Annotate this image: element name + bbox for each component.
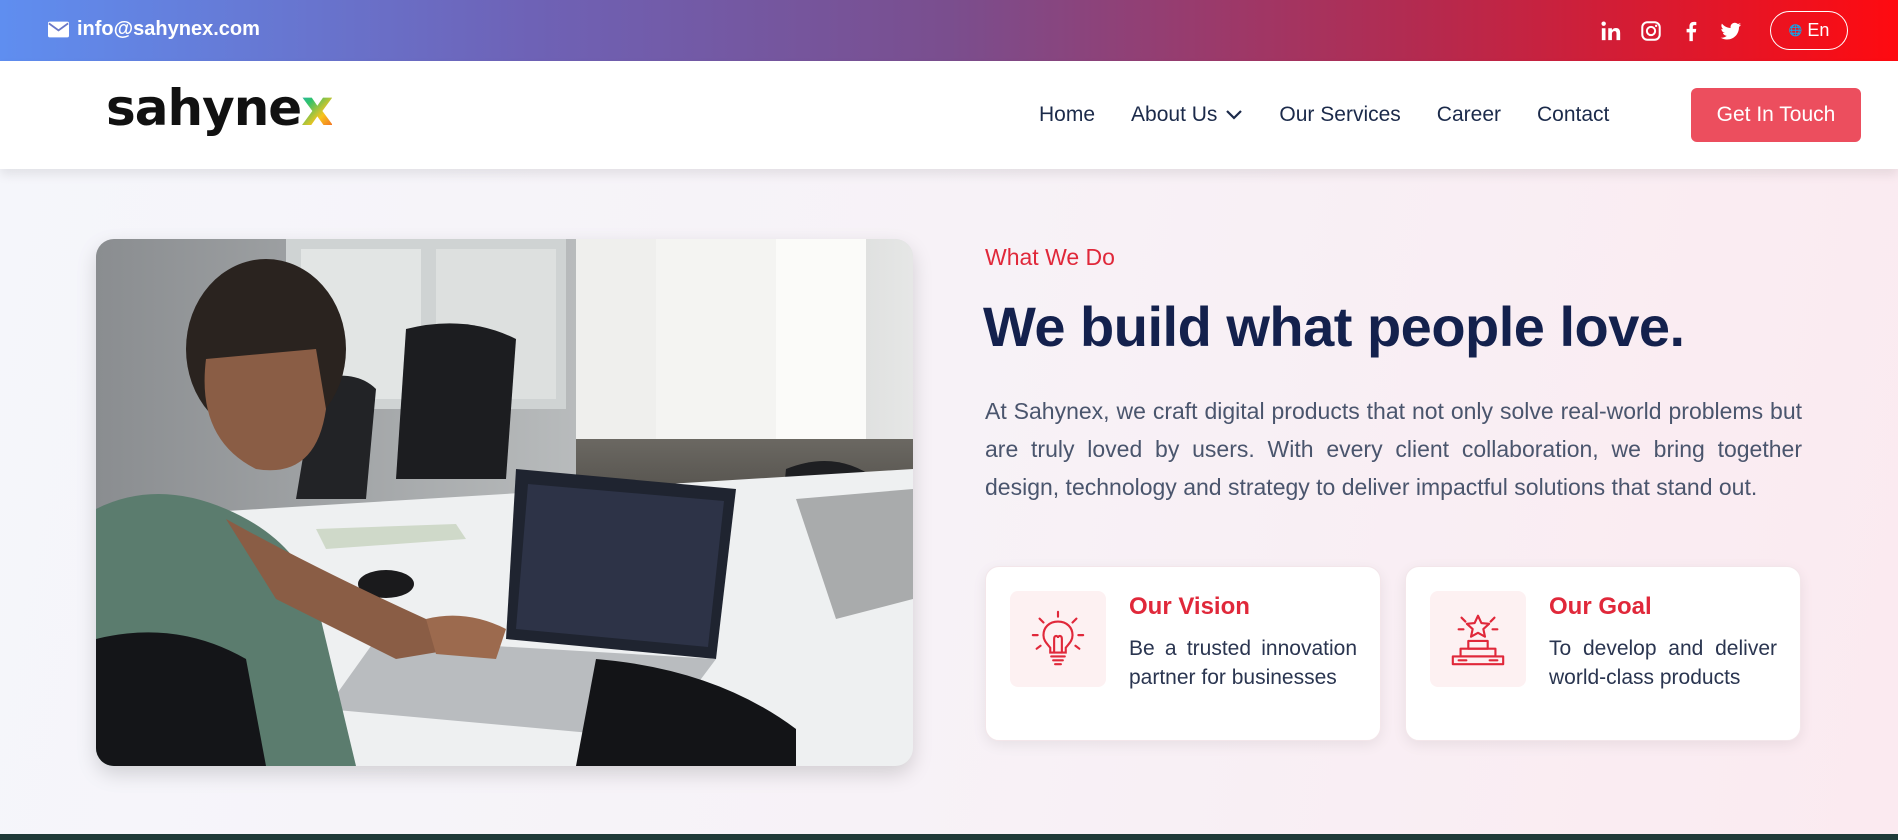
- top-bar: info@sahynex.com 🌐 En: [0, 0, 1898, 61]
- card-title: Our Goal: [1549, 593, 1652, 620]
- card-text: Be a trusted innovation partner for busi…: [1129, 637, 1357, 689]
- card-title: Our Vision: [1129, 593, 1250, 620]
- language-selector[interactable]: 🌐 En: [1770, 11, 1848, 50]
- nav-label: Career: [1436, 103, 1501, 126]
- card-text: To develop and deliver world-class produ…: [1549, 637, 1777, 689]
- logo-accent: x: [301, 79, 333, 137]
- nav-item-our-services[interactable]: Our Services: [1279, 103, 1400, 127]
- hero-headline: We build what people love.: [983, 295, 1685, 358]
- next-section-edge: [0, 834, 1898, 840]
- chevron-down-icon: [1226, 110, 1243, 120]
- facebook-icon[interactable]: [1680, 20, 1702, 42]
- trophy-podium-icon: [1430, 591, 1526, 687]
- nav-label: About Us: [1131, 103, 1218, 126]
- lightbulb-icon: [1010, 591, 1106, 687]
- language-label: En: [1807, 20, 1830, 40]
- nav-label: Home: [1039, 103, 1096, 126]
- nav-item-home[interactable]: Home: [1039, 103, 1095, 127]
- nav-item-contact[interactable]: Contact: [1537, 103, 1609, 127]
- vision-card: Our Vision Be a trusted innovation partn…: [985, 566, 1381, 741]
- section-eyebrow: What We Do: [985, 244, 1115, 270]
- goal-card: Our Goal To develop and deliver world-cl…: [1405, 566, 1801, 741]
- nav-label: Our Services: [1279, 103, 1401, 126]
- email-link[interactable]: info@sahynex.com: [48, 18, 260, 41]
- envelope-icon: [48, 21, 69, 38]
- nav-label: Contact: [1537, 103, 1610, 126]
- nav-item-about-us[interactable]: About Us: [1131, 103, 1243, 127]
- email-text: info@sahynex.com: [77, 18, 260, 40]
- social-links: 🌐 En: [1600, 11, 1848, 50]
- linkedin-icon[interactable]: [1600, 20, 1622, 42]
- logo[interactable]: sahynex: [106, 83, 333, 133]
- instagram-icon[interactable]: [1640, 20, 1662, 42]
- hero-photo: [96, 239, 913, 766]
- nav-item-career[interactable]: Career: [1437, 103, 1501, 127]
- logo-text: sahyne: [106, 79, 302, 137]
- hero-paragraph: At Sahynex, we craft digital products th…: [985, 398, 1802, 500]
- nav-menu: Home About Us Our Services Career Contac…: [1039, 61, 1645, 169]
- twitter-icon[interactable]: [1720, 20, 1742, 42]
- get-in-touch-button[interactable]: Get In Touch: [1691, 88, 1861, 142]
- globe-icon: 🌐: [1788, 25, 1803, 37]
- main-navbar: sahynex Home About Us Our Services Caree…: [0, 61, 1898, 169]
